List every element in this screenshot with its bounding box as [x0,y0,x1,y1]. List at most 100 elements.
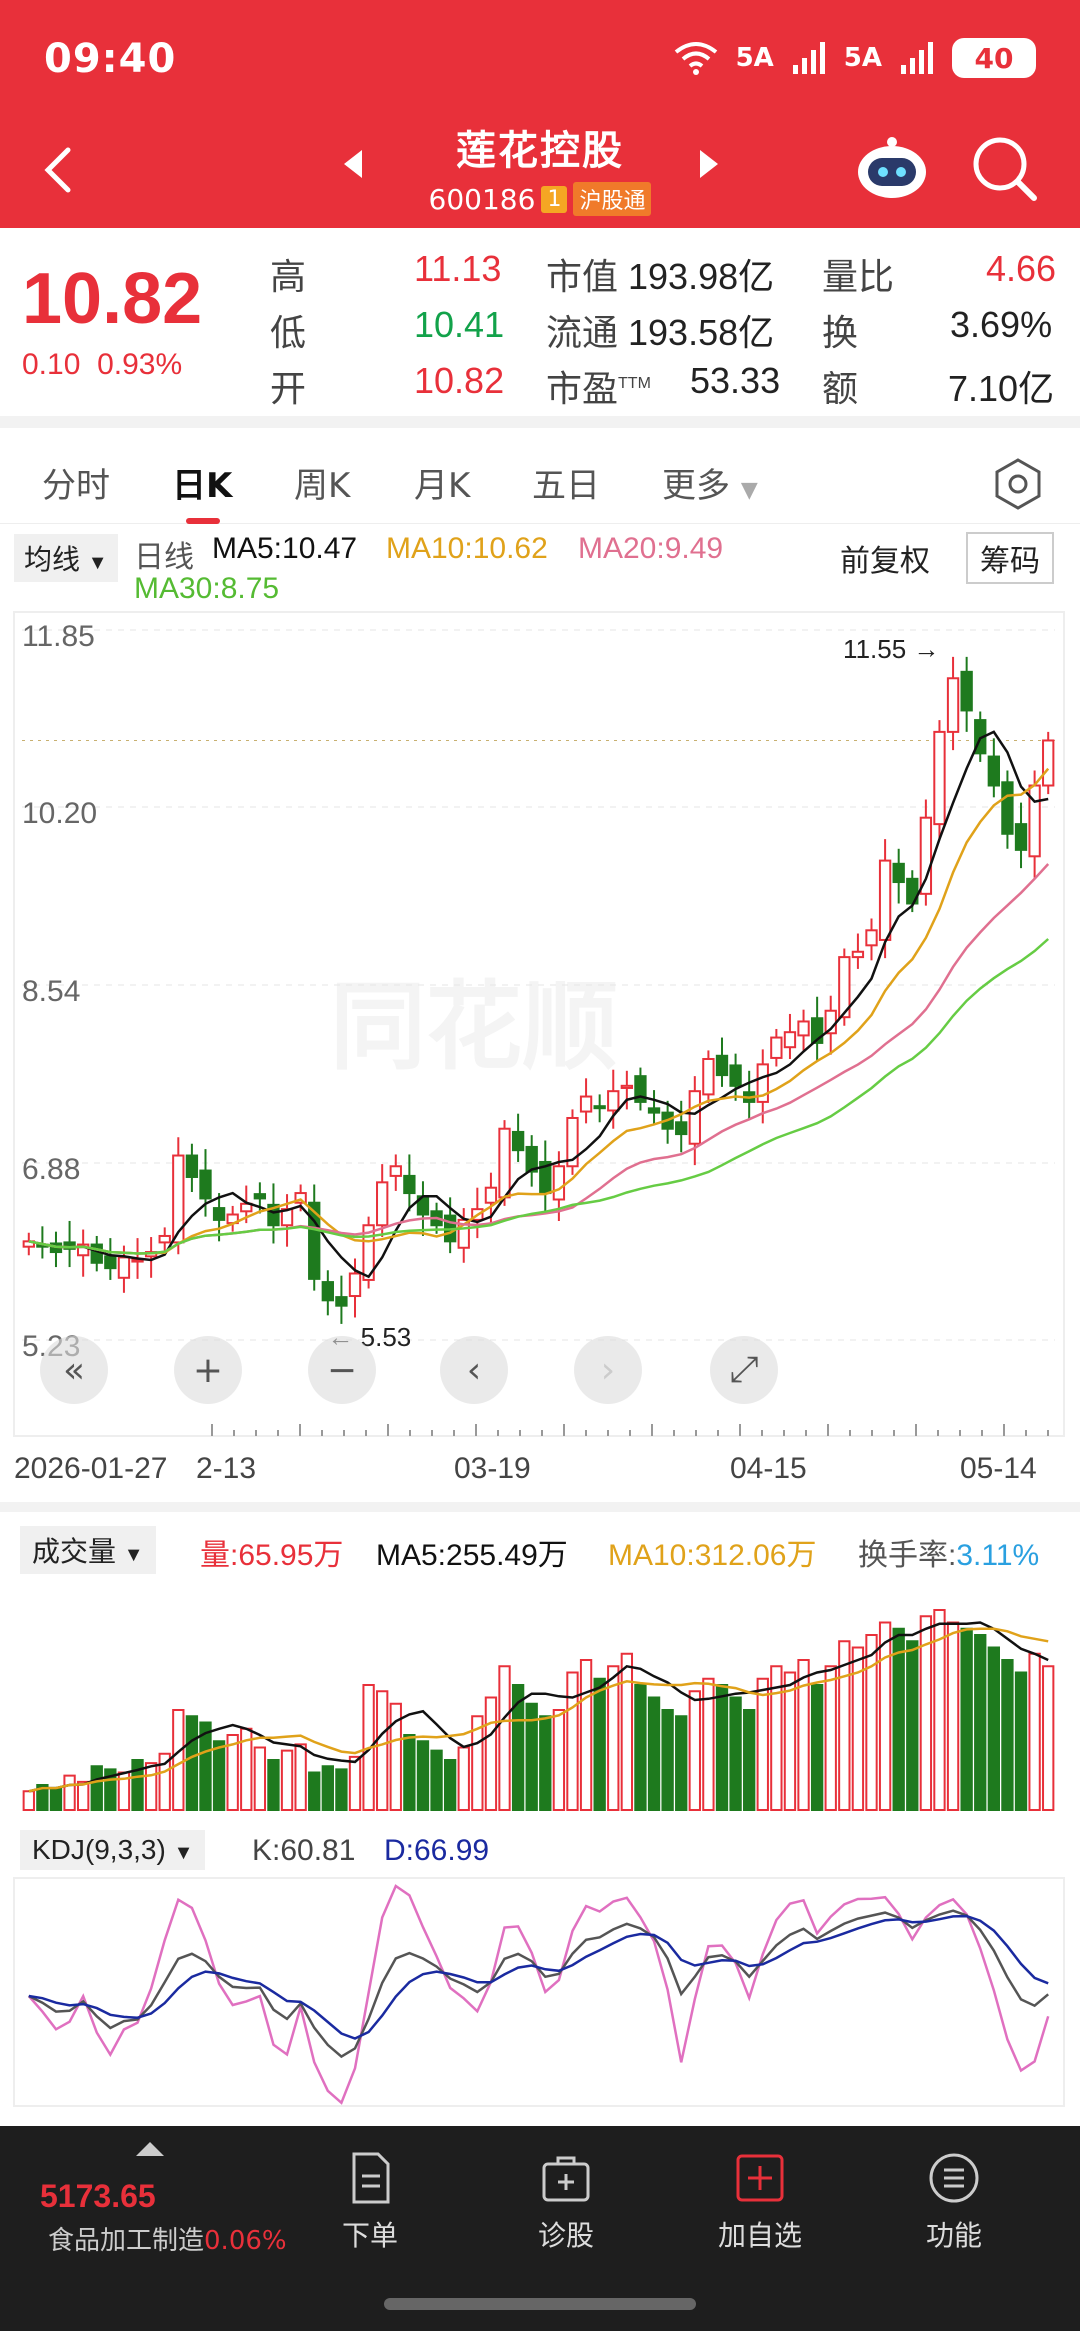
stock-badge-num: 1 [541,185,568,213]
volume-turnover: 换手率:3.11% [858,1530,1039,1574]
volume-bar [416,1740,430,1811]
kdj-k: K:60.81 [252,1834,356,1867]
header-bar: 09:40 5A 5A 40 莲花控股 600186 1 沪股通 [0,0,1080,228]
candle-body [158,1234,171,1244]
volume-bar [144,1762,158,1811]
volume-bar [212,1740,226,1811]
candle-body [865,929,878,947]
candle-body [919,816,933,895]
candle-body [851,950,865,959]
candle-body [987,755,1001,787]
volume-bar [634,1684,647,1811]
candle-body [620,1084,634,1089]
current-price: 10.82 [22,259,203,339]
volume-bar [1042,1665,1055,1811]
tab-more-label: 更多 [662,466,730,506]
volume-ma10: MA10:312.06万 [608,1539,817,1572]
volume-bar [294,1743,307,1811]
y-tick-label: 10.20 [22,797,97,830]
robot-assistant-icon[interactable] [852,128,932,208]
amount-value: 7.10亿 [948,368,1055,409]
low-value: 10.41 [414,304,505,345]
float-label: 流通 [546,312,619,353]
status-bar: 09:40 5A 5A 40 [0,0,1080,120]
adjust-mode[interactable]: 前复权 [840,536,930,580]
quote-panel: 10.82 0.10 0.93% 高 11.13 低 10.41 开 10.82… [0,228,1080,428]
volume-bar [457,1746,470,1811]
fullscreen-button[interactable]: ⤢ [710,1336,778,1404]
volume-bar [185,1715,199,1811]
settings-icon[interactable] [990,456,1046,512]
candle-body [403,1174,416,1195]
status-time: 09:40 [44,36,177,82]
kdj-chart[interactable] [0,1876,1080,2110]
tab-intraday[interactable]: 分时 [42,458,110,507]
candle-body [579,1095,593,1113]
tab-five-day[interactable]: 五日 [532,458,600,507]
open-value: 10.82 [414,360,505,401]
y-tick-label: 11.85 [22,620,95,653]
candle-body [484,1186,498,1204]
chip-distribution-button[interactable]: 筹码 [966,532,1054,584]
ma-period: 日线 [134,541,194,574]
index-value[interactable]: 5173.65 [40,2178,156,2215]
candle-body [702,1058,715,1096]
volume-bar [824,1665,837,1811]
candle-body [253,1193,267,1200]
volume-bar [321,1765,334,1811]
volume-bar [661,1709,674,1811]
volume-bar [756,1677,769,1811]
candle-body [199,1169,212,1200]
y-tick-label: 8.54 [22,975,80,1008]
functions-button[interactable]: 功能 [874,2148,1034,2254]
kdj-select[interactable]: KDJ(9,3,3) ▼ [20,1830,206,1870]
signal-icon [792,42,825,74]
volume-bar [539,1715,552,1811]
diagnose-button[interactable]: 诊股 [486,2148,646,2254]
medkit-icon [542,2156,590,2202]
zoom-in-button[interactable]: + [174,1336,242,1404]
ma-select-label: 均线 [24,544,81,575]
rewind-button[interactable]: « [40,1336,108,1404]
tab-more[interactable]: 更多 ▼ [662,458,758,507]
search-icon[interactable] [966,130,1042,206]
volume-bar [253,1746,267,1811]
tab-daily-k[interactable]: 日K [172,458,232,507]
volume-bar [430,1749,443,1811]
tab-monthly-k[interactable]: 月K [414,458,470,507]
back-icon[interactable] [30,140,90,200]
next-page-button[interactable]: › [574,1336,642,1404]
volume-bar [715,1684,729,1811]
volume-select[interactable]: 成交量 ▼ [20,1526,156,1574]
add-watchlist-button[interactable]: 加自选 [680,2148,840,2254]
volume-ma5: MA5:255.49万 [376,1539,568,1572]
volume-bar [335,1768,348,1811]
index-name[interactable]: 食品加工制造0.06% [48,2220,287,2257]
prev-page-button[interactable]: ‹ [440,1336,508,1404]
x-tick-2: 2-13 [196,1452,257,1485]
ma20-value: MA20:9.49 [578,532,724,565]
chevron-down-icon: ▼ [87,552,108,574]
candle-body [321,1281,334,1302]
zoom-out-button[interactable]: − [308,1336,376,1404]
low-label: 低 [270,312,307,353]
candle-body [511,1130,525,1152]
volume-bar [743,1709,756,1811]
candle-body [960,670,973,712]
expand-up-icon[interactable] [136,2142,164,2156]
volume-bar [620,1652,634,1811]
volume-bar [90,1765,103,1811]
high-label: 高 [270,256,307,297]
candle-body [117,1256,131,1279]
stock-subtitle: 600186 1 沪股通 [300,182,780,216]
candle-body [335,1296,348,1307]
ma-select[interactable]: 均线 ▼ [14,534,118,582]
candle-body [376,1181,389,1227]
next-stock-icon[interactable] [700,150,718,178]
kline-chart[interactable]: 同花顺 11.8510.208.546.885.23 11.55 →← 5.53 [0,600,1080,1440]
volume-chart[interactable] [0,1580,1080,1820]
tab-weekly-k[interactable]: 周K [294,458,350,507]
volume-bar [960,1627,973,1811]
candle-body [212,1207,226,1221]
order-button[interactable]: 下单 [290,2148,450,2254]
